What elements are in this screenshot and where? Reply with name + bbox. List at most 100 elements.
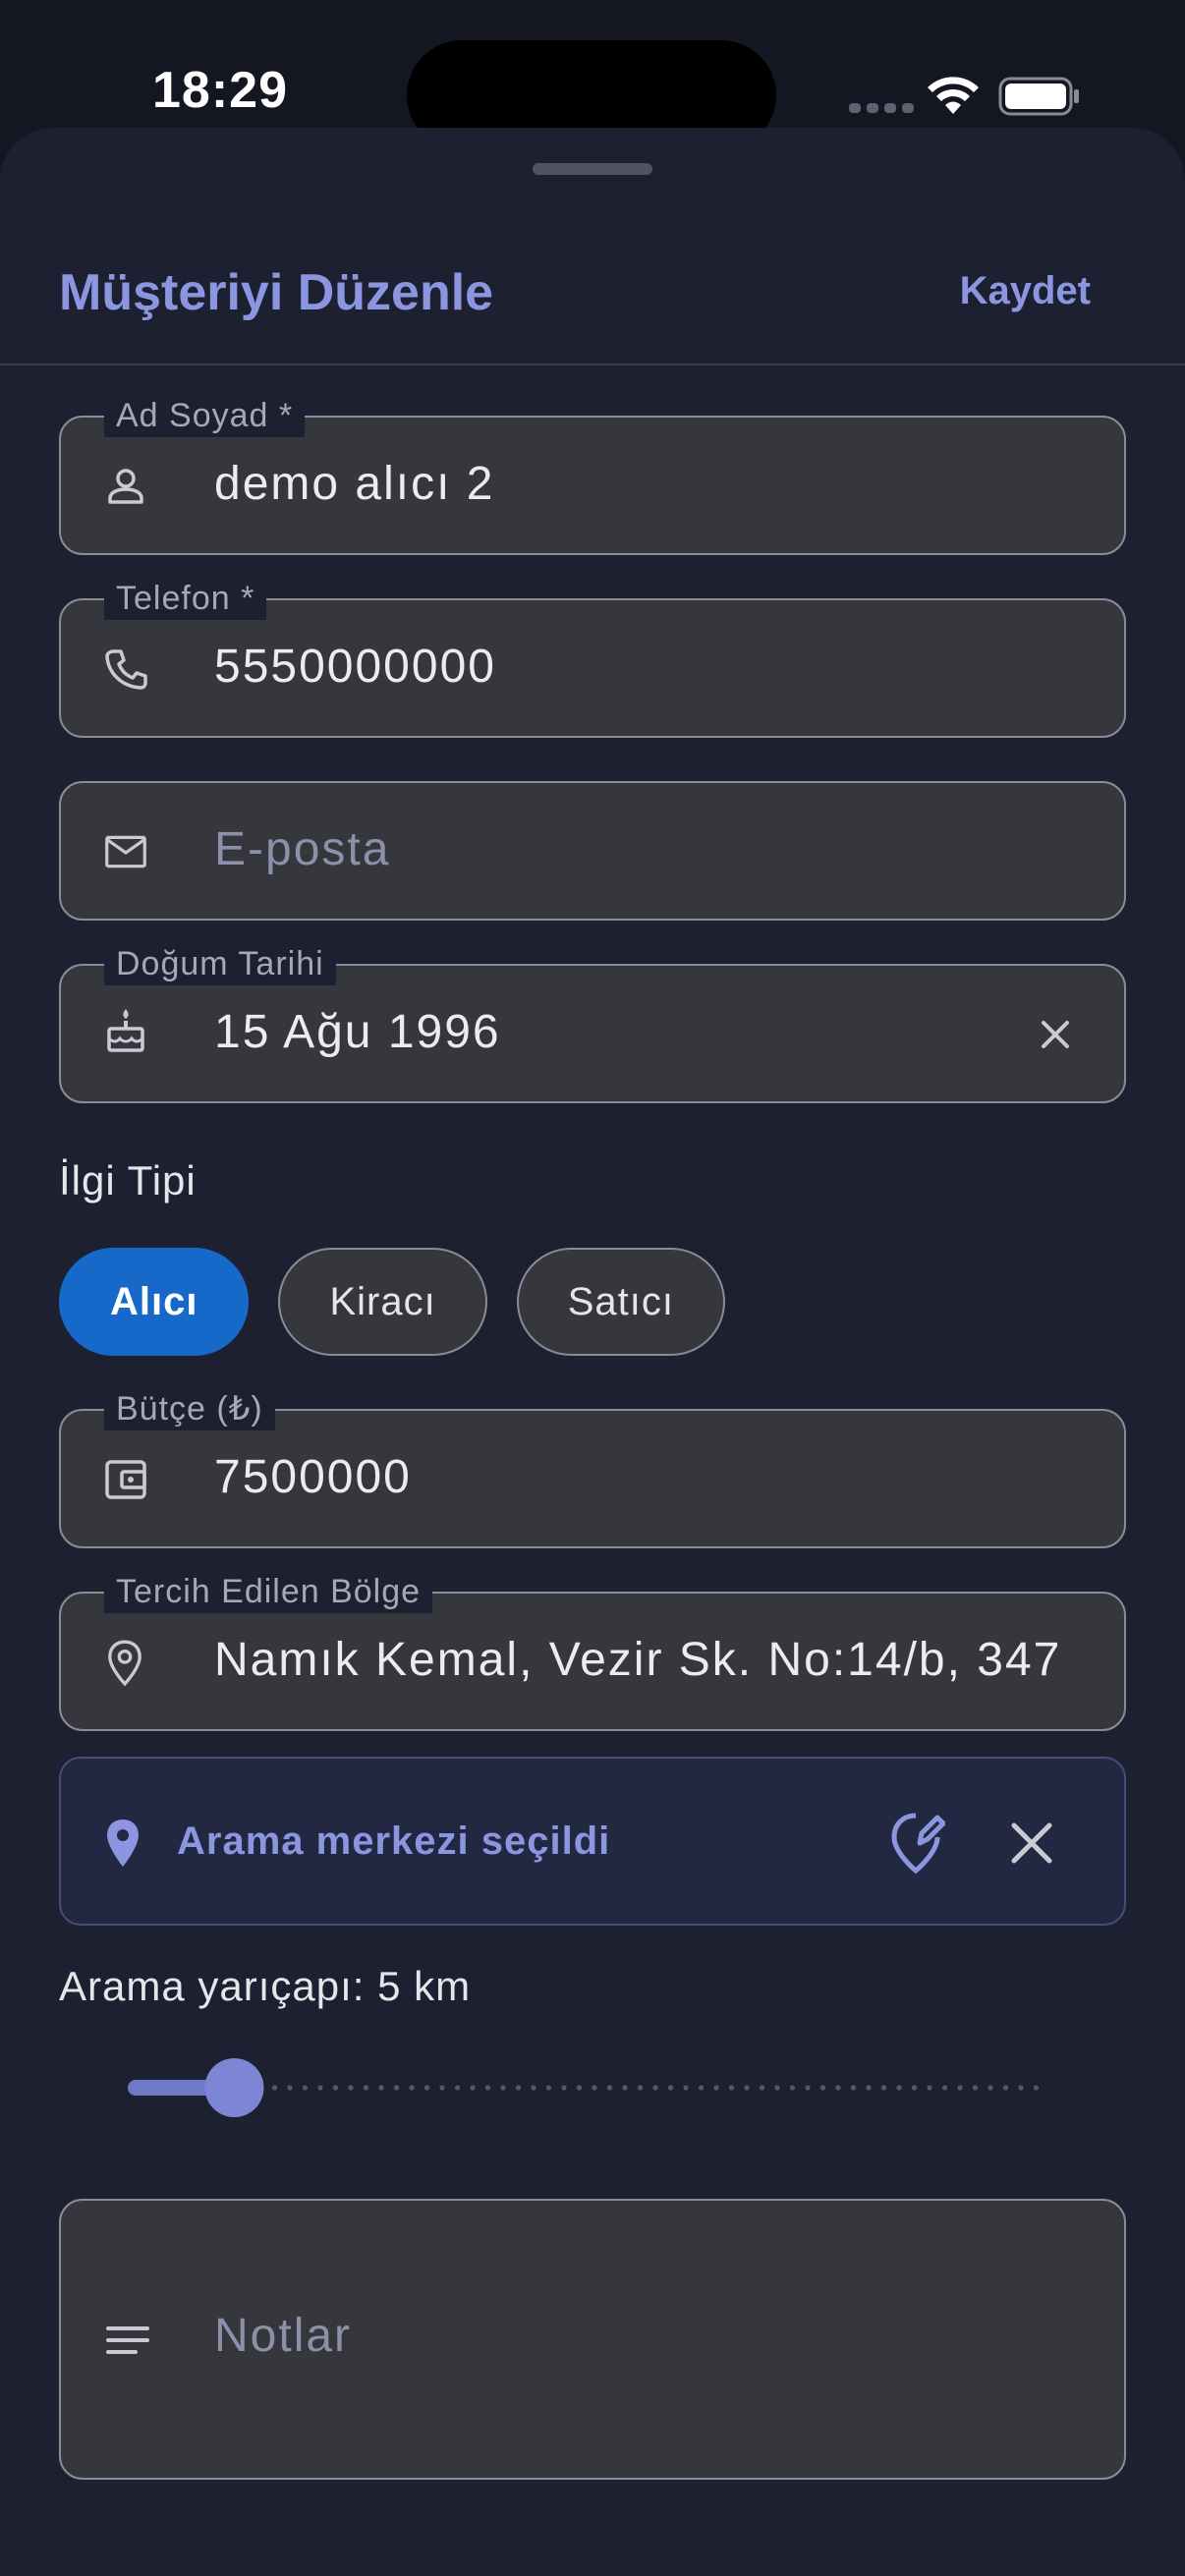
slider-tick <box>683 2085 689 2091</box>
slider-tick <box>880 2085 887 2091</box>
edit-location-icon[interactable] <box>886 1810 945 1875</box>
email-input[interactable]: E-posta <box>214 822 1077 876</box>
slider-tick <box>667 2085 674 2091</box>
clear-date-icon[interactable] <box>1036 1015 1075 1054</box>
slider-tick <box>759 2085 765 2091</box>
phone-field[interactable]: Telefon * 5550000000 <box>59 577 1126 738</box>
slider-tick <box>515 2085 522 2091</box>
slider-tick <box>927 2085 932 2091</box>
search-radius-label: Arama yarıçapı: 5 km <box>59 1963 472 2009</box>
slider-tick <box>545 2085 552 2091</box>
status-bar: 18:29 <box>0 0 1185 150</box>
slider-tick <box>805 2085 811 2091</box>
slider-tick <box>317 2085 323 2091</box>
slider-tick <box>744 2085 750 2091</box>
edit-customer-sheet: Müşteriyi Düzenle Kaydet Ad Soyad * demo… <box>0 128 1185 2576</box>
slider-tick <box>531 2085 536 2091</box>
slider-tick <box>287 2085 293 2091</box>
slider-tick <box>393 2085 400 2091</box>
person-icon <box>108 469 143 504</box>
slider-tick <box>348 2085 354 2091</box>
slider-tick <box>789 2085 796 2091</box>
email-field[interactable]: E-posta <box>59 781 1126 921</box>
slider-tick <box>774 2085 780 2091</box>
sheet-drag-handle[interactable] <box>533 163 652 175</box>
slider-tick <box>911 2085 918 2091</box>
slider-tick <box>850 2085 857 2091</box>
interest-type-chips: Alıcı Kiracı Satıcı <box>59 1248 725 1356</box>
notes-icon <box>106 2326 149 2354</box>
slider-tick <box>423 2085 430 2091</box>
slider-tick <box>896 2085 902 2091</box>
cake-icon <box>107 1009 144 1052</box>
phone-icon <box>105 649 147 690</box>
birthday-field-label: Doğum Tarihi <box>104 942 336 985</box>
birthday-field[interactable]: Doğum Tarihi 15 Ağu 1996 <box>59 942 1126 1103</box>
phone-input[interactable]: 5550000000 <box>214 640 1077 694</box>
cellular-signal-icon <box>849 103 914 113</box>
slider-tick <box>302 2085 309 2091</box>
slider-tick <box>866 2085 872 2091</box>
search-center-text: Arama merkezi seçildi <box>177 1820 611 1863</box>
search-center-box: Arama merkezi seçildi <box>59 1757 1126 1926</box>
slider-thumb[interactable] <box>204 2058 264 2117</box>
slider-tick <box>957 2085 963 2091</box>
slider-tick <box>271 2085 278 2091</box>
slider-tick <box>972 2085 979 2091</box>
interest-type-label: İlgi Tipi <box>59 1157 197 1204</box>
slider-tick <box>835 2085 841 2091</box>
preferred-region-field[interactable]: Tercih Edilen Bölge Namık Kemal, Vezir S… <box>59 1570 1126 1731</box>
preferred-region-input[interactable]: Namık Kemal, Vezir Sk. No:14/b, 347 <box>214 1633 1077 1687</box>
slider-tick <box>378 2085 384 2091</box>
page-title: Müşteriyi Düzenle <box>59 264 494 321</box>
budget-field-label: Bütçe (₺) <box>104 1387 275 1430</box>
slider-tick <box>439 2085 445 2091</box>
location-pin-icon <box>108 1640 141 1687</box>
header-divider <box>0 364 1185 365</box>
search-radius-slider[interactable] <box>128 2053 1055 2122</box>
slider-tick <box>454 2085 461 2091</box>
name-field[interactable]: Ad Soyad * demo alıcı 2 <box>59 394 1126 555</box>
slider-tick <box>1018 2085 1024 2091</box>
slider-tick <box>606 2085 613 2091</box>
battery-icon <box>998 77 1079 116</box>
slider-tick <box>592 2085 597 2091</box>
wallet-icon <box>105 1460 146 1499</box>
status-time: 18:29 <box>152 62 288 119</box>
chip-tenant[interactable]: Kiracı <box>278 1248 487 1356</box>
slider-tick <box>561 2085 567 2091</box>
name-input[interactable]: demo alıcı 2 <box>214 457 1077 511</box>
name-field-label: Ad Soyad * <box>104 394 306 437</box>
slider-tick <box>728 2085 735 2091</box>
slider-tick <box>941 2085 948 2091</box>
birthday-input[interactable]: 15 Ağu 1996 <box>214 1005 1077 1059</box>
slider-tick <box>637 2085 644 2091</box>
mail-icon <box>105 835 146 868</box>
notes-field[interactable]: Notlar <box>59 2199 1126 2480</box>
notes-input[interactable]: Notlar <box>214 2309 352 2363</box>
slider-tick <box>652 2085 658 2091</box>
close-icon[interactable] <box>1006 1818 1057 1869</box>
slider-tick <box>363 2085 369 2091</box>
chip-seller[interactable]: Satıcı <box>516 1248 725 1356</box>
wifi-icon <box>928 77 979 114</box>
save-button[interactable]: Kaydet <box>960 269 1091 313</box>
budget-field[interactable]: Bütçe (₺) 7500000 <box>59 1387 1126 1548</box>
slider-tick <box>332 2085 339 2091</box>
slider-tick <box>713 2085 719 2091</box>
slider-tick <box>500 2085 506 2091</box>
slider-tick <box>698 2085 705 2091</box>
slider-tick <box>470 2085 476 2091</box>
slider-tick <box>819 2085 826 2091</box>
slider-track <box>135 2085 1040 2091</box>
budget-input[interactable]: 7500000 <box>214 1450 1077 1504</box>
slider-tick <box>622 2085 628 2091</box>
slider-tick <box>1033 2085 1040 2091</box>
slider-tick <box>576 2085 583 2091</box>
slider-tick <box>1002 2085 1009 2091</box>
phone-field-label: Telefon * <box>104 577 267 620</box>
slider-tick <box>988 2085 993 2091</box>
slider-tick <box>409 2085 415 2091</box>
slider-tick <box>484 2085 491 2091</box>
chip-buyer[interactable]: Alıcı <box>59 1248 250 1356</box>
